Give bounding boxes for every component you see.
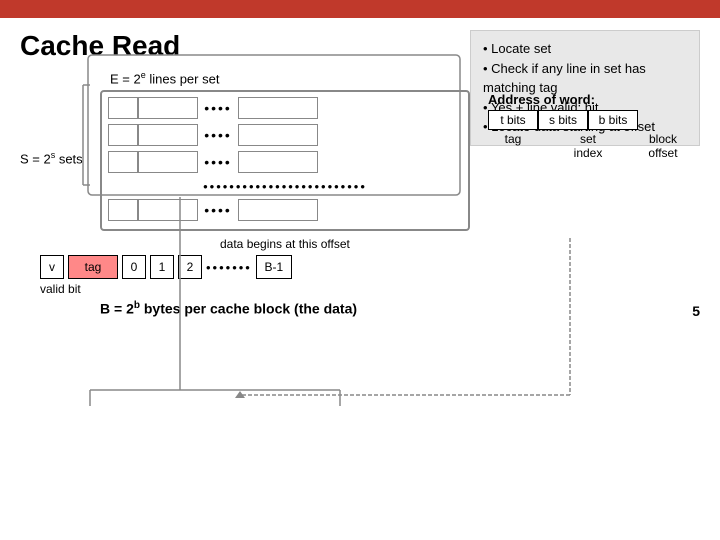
data-dots: ••••••• [206, 260, 252, 275]
cache-row-5: •••• [108, 198, 462, 222]
cache-row-2: •••• [108, 123, 462, 147]
data-begins-label: data begins at this offset [220, 237, 350, 251]
set-index-label: setindex [538, 132, 638, 160]
block-offset-label: blockoffset [638, 132, 688, 160]
cache-row-3: •••• [108, 150, 462, 174]
num2-cell: 2 [178, 255, 202, 279]
address-word-title: Address of word: [488, 92, 720, 107]
lower-section: data begins at this offset v tag 0 1 2 •… [20, 237, 357, 317]
s-bits-box: s bits [538, 110, 588, 130]
num1-cell: 1 [150, 255, 174, 279]
address-word-box: Address of word: t bits s bits b bits ta… [488, 92, 720, 160]
page-number: 5 [692, 303, 700, 319]
dots-row: ••••••••••••••••••••••••• [108, 177, 462, 195]
cache-structure: •••• •••• •••• •••••••• [100, 90, 470, 231]
info-item-1: Locate set [483, 39, 687, 59]
cache-line-detail: v tag 0 1 2 ••••••• B-1 [40, 255, 292, 279]
e-label: E = 2e lines per set [110, 70, 219, 86]
tag-word-label: tag [488, 132, 538, 160]
b1-cell: B-1 [256, 255, 292, 279]
s-label: S = 2s sets [20, 90, 100, 166]
top-bar [0, 0, 720, 18]
v-cell: v [40, 255, 64, 279]
tag-cell: tag [68, 255, 118, 279]
b-label: B = 2b bytes per cache block (the data) [100, 300, 357, 317]
cache-row-1: •••• [108, 96, 462, 120]
valid-bit-label: valid bit [40, 282, 81, 296]
b-bits-box: b bits [588, 110, 638, 130]
t-bits-box: t bits [488, 110, 538, 130]
num0-cell: 0 [122, 255, 146, 279]
